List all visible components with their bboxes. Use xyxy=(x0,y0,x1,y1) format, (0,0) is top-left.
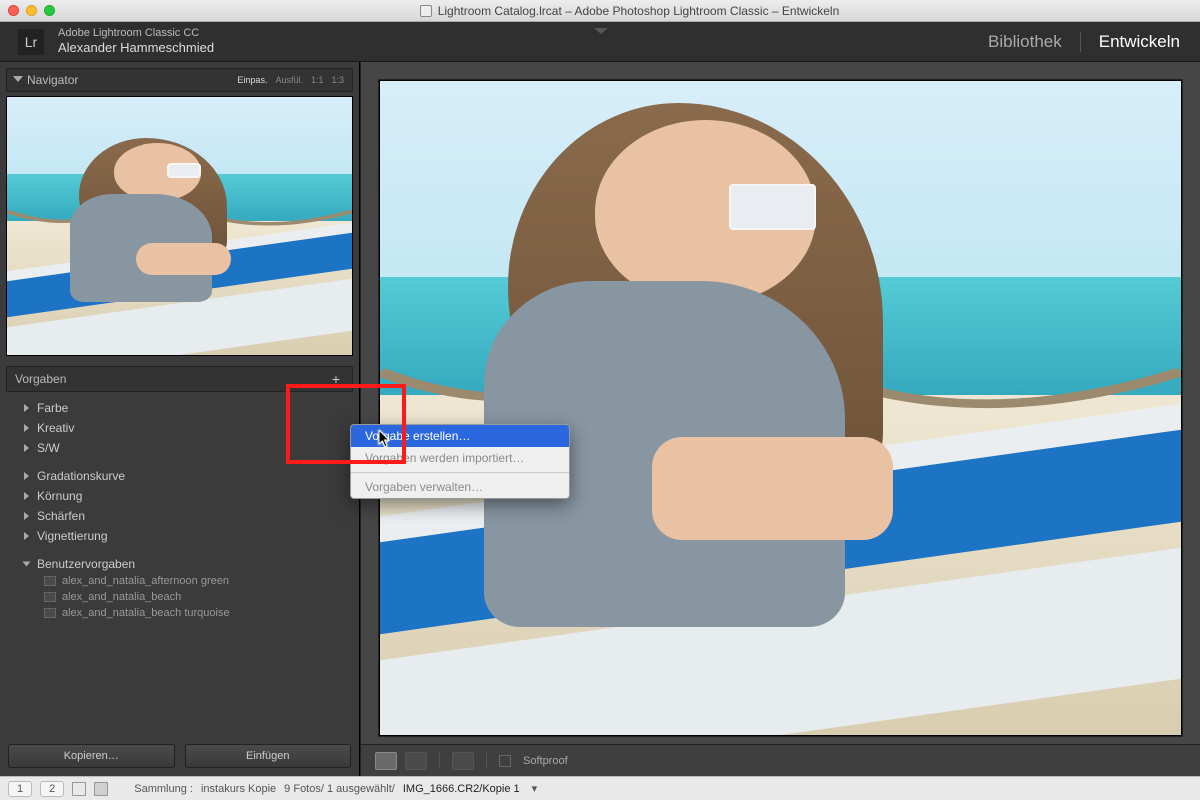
filter-2[interactable]: 2 xyxy=(40,781,64,797)
menu-create-preset[interactable]: Vorgabe erstellen… xyxy=(351,425,569,447)
zoom-fill[interactable]: Ausfül. xyxy=(275,75,303,85)
grid-overlay-button[interactable] xyxy=(452,752,474,770)
disclosure-icon xyxy=(13,76,23,82)
user-name: Alexander Hammeschmied xyxy=(58,40,214,56)
navigator-header[interactable]: Navigator Einpas. Ausfül. 1:1 1:3 xyxy=(6,68,353,92)
preset-group[interactable]: Körnung xyxy=(24,486,349,506)
window-titlebar: Lightroom Catalog.lrcat – Adobe Photosho… xyxy=(0,0,1200,22)
preset-group[interactable]: Gradationskurve xyxy=(24,466,349,486)
before-after-button[interactable] xyxy=(405,752,427,770)
left-panel: Navigator Einpas. Ausfül. 1:1 1:3 Vorgab… xyxy=(0,62,360,776)
zoom-fit[interactable]: Einpas. xyxy=(237,75,267,85)
module-develop[interactable]: Entwickeln xyxy=(1080,32,1180,52)
preset-item[interactable]: alex_and_natalia_beach xyxy=(44,589,349,605)
presets-title: Vorgaben xyxy=(15,372,66,386)
preset-group-user[interactable]: Benutzervorgaben alex_and_natalia_aftern… xyxy=(24,554,349,626)
window-title: Lightroom Catalog.lrcat – Adobe Photosho… xyxy=(438,4,840,18)
status-bar: 1 2 Sammlung : instakurs Kopie 9 Fotos/ … xyxy=(0,776,1200,800)
softproof-checkbox[interactable] xyxy=(499,755,511,767)
preset-item[interactable]: alex_and_natalia_beach turquoise xyxy=(44,605,349,621)
identity-bar: Lr Adobe Lightroom Classic CC Alexander … xyxy=(0,22,1200,62)
minimize-icon[interactable] xyxy=(26,5,37,16)
collection-label: Sammlung : xyxy=(134,783,193,795)
app-logo-icon: Lr xyxy=(18,29,44,55)
grid-icon[interactable] xyxy=(72,782,86,796)
preset-icon xyxy=(44,608,56,618)
preset-group[interactable]: S/W xyxy=(24,438,349,458)
presets-context-menu: Vorgabe erstellen… Vorgaben werden impor… xyxy=(350,424,570,499)
paste-button[interactable]: Einfügen xyxy=(185,744,352,768)
viewer-toolbar: Softproof xyxy=(361,744,1200,776)
product-name: Adobe Lightroom Classic CC xyxy=(58,27,214,40)
document-icon xyxy=(420,5,432,17)
zoom-1to1[interactable]: 1:1 xyxy=(311,75,324,85)
grid-icon[interactable] xyxy=(94,782,108,796)
copy-button[interactable]: Kopieren… xyxy=(8,744,175,768)
zoom-ratio[interactable]: 1:3 xyxy=(331,75,344,85)
image-viewer: Softproof xyxy=(360,62,1200,776)
preset-group[interactable]: Kreativ xyxy=(24,418,349,438)
maximize-icon[interactable] xyxy=(44,5,55,16)
preset-group[interactable]: Vignettierung xyxy=(24,526,349,546)
menu-import-presets[interactable]: Vorgaben werden importiert… xyxy=(351,447,569,469)
loupe-view-button[interactable] xyxy=(375,752,397,770)
navigator-title: Navigator xyxy=(27,73,78,87)
presets-panel: Vorgaben + Farbe Kreativ S/W Gradationsk… xyxy=(6,366,353,738)
menu-manage-presets[interactable]: Vorgaben verwalten… xyxy=(351,476,569,498)
close-icon[interactable] xyxy=(8,5,19,16)
main-image[interactable] xyxy=(379,80,1182,736)
module-library[interactable]: Bibliothek xyxy=(988,32,1062,52)
softproof-label: Softproof xyxy=(523,755,568,767)
preset-group[interactable]: Farbe xyxy=(24,398,349,418)
preset-group[interactable]: Schärfen xyxy=(24,506,349,526)
presets-header[interactable]: Vorgaben + xyxy=(6,366,353,392)
chevron-down-icon[interactable] xyxy=(594,28,606,36)
preset-item[interactable]: alex_and_natalia_afternoon green xyxy=(44,573,349,589)
chevron-down-icon[interactable]: ▾ xyxy=(532,782,538,795)
photo-count: 9 Fotos/ 1 ausgewählt/ xyxy=(284,783,395,795)
current-filename: IMG_1666.CR2/Kopie 1 xyxy=(403,783,520,795)
add-preset-button[interactable]: + xyxy=(328,371,344,387)
window-controls xyxy=(8,5,55,16)
filter-1[interactable]: 1 xyxy=(8,781,32,797)
collection-name[interactable]: instakurs Kopie xyxy=(201,783,276,795)
preset-icon xyxy=(44,592,56,602)
navigator-preview[interactable] xyxy=(6,96,353,356)
preset-icon xyxy=(44,576,56,586)
